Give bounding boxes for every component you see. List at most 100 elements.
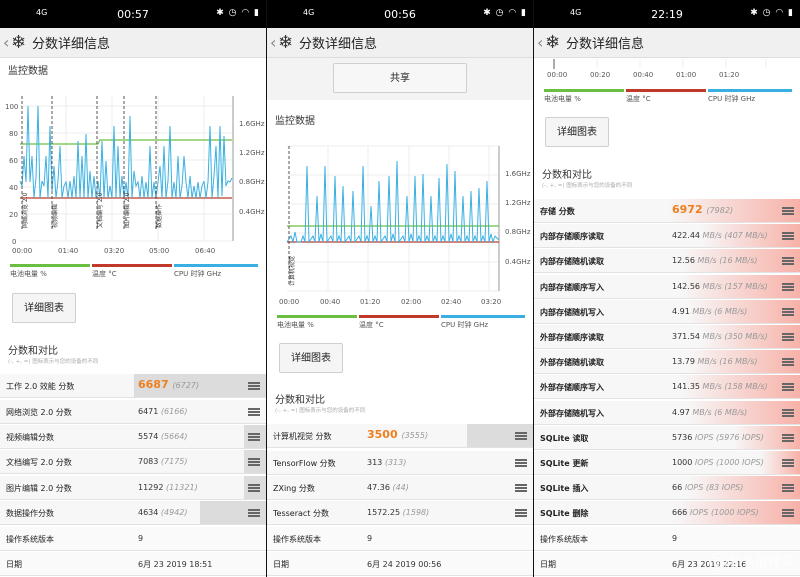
legend-cpu-clock: CPU 时钟 GHz xyxy=(174,270,222,278)
menu-icon[interactable] xyxy=(782,509,794,518)
score-row[interactable]: 图片编辑 2.0 分数 11292 (11321) xyxy=(0,476,266,500)
vertical-label: 计算机视觉 xyxy=(288,256,296,286)
menu-icon[interactable] xyxy=(515,459,527,467)
os-version-value: 9 xyxy=(672,534,678,543)
score-label: Tesseract 分数 xyxy=(273,509,329,518)
score-label: 外部存储随机写入 xyxy=(540,408,604,418)
score-row[interactable]: SQLite 删除 666 IOPS (1000 IOPS) xyxy=(534,501,800,526)
menu-icon[interactable] xyxy=(782,207,794,215)
score-unit: MB/s xyxy=(697,256,717,266)
ghz-tick-label: 0.4GHz xyxy=(239,208,265,216)
score-reference: (5976 IOPS) xyxy=(716,432,764,442)
menu-icon[interactable] xyxy=(248,458,260,466)
score-row[interactable]: ZXing 分数 47.36 (44) xyxy=(267,476,533,500)
score-diff-bar xyxy=(760,451,800,474)
legend-temperature: 温度 °C xyxy=(92,270,117,278)
score-number: 13.79 xyxy=(672,357,695,367)
menu-icon[interactable] xyxy=(782,333,794,341)
score-row[interactable]: 外部存储顺序写入 141.35 MB/s (158 MB/s) xyxy=(534,375,800,400)
menu-icon[interactable] xyxy=(248,509,260,517)
menu-icon[interactable] xyxy=(782,459,794,467)
score-row[interactable]: SQLite 更新 1000 IOPS (1000 IOPS) xyxy=(534,451,800,475)
os-version-label: 操作系统版本 xyxy=(540,535,588,544)
score-row-total[interactable]: 存储 分数 6972 (7982) xyxy=(534,199,800,223)
score-value: 141.35 MB/s (158 MB/s) xyxy=(672,382,768,391)
page-title: 分数详细信息 xyxy=(32,37,111,52)
menu-icon[interactable] xyxy=(515,484,527,492)
menu-icon[interactable] xyxy=(782,232,794,241)
detail-chart-button[interactable]: 详细图表 xyxy=(545,117,609,147)
score-row[interactable]: 内部存储顺序写入 142.56 MB/s (157 MB/s) xyxy=(534,274,800,299)
x-tick-label: 00:40 xyxy=(633,71,653,79)
score-row[interactable]: 网络浏览 2.0 分数 6471 (6166) xyxy=(0,400,266,424)
menu-icon[interactable] xyxy=(782,433,794,442)
x-tick-label: 00:00 xyxy=(279,298,299,306)
score-value: 422.44 MB/s (407 MB/s) xyxy=(672,231,768,240)
y-tick-label: 100 xyxy=(5,103,18,111)
score-value: 371.54 MB/s (350 MB/s) xyxy=(672,332,768,341)
screen-storage-score: 4G 22:19 ✱ ◷ ◠ ▮ ‹ ❄ 分数详细信息 00:00 00:20 … xyxy=(534,0,800,577)
score-row[interactable]: TensorFlow 分数 313 (313) xyxy=(267,451,533,475)
back-icon[interactable]: ‹ xyxy=(3,33,9,52)
date-label: 日期 xyxy=(273,560,289,569)
os-version-row: 操作系统版本 9 xyxy=(534,527,800,551)
score-row[interactable]: 外部存储随机读取 13.79 MB/s (16 MB/s) xyxy=(534,350,800,375)
menu-icon[interactable] xyxy=(248,433,260,441)
menu-icon[interactable] xyxy=(515,432,527,440)
score-row[interactable]: 视频编辑分数 5574 (5664) xyxy=(0,425,266,449)
score-row[interactable]: 外部存储随机写入 4.97 MB/s (6 MB/s) xyxy=(534,400,800,425)
score-label: TensorFlow 分数 xyxy=(273,459,336,468)
menu-icon[interactable] xyxy=(782,307,794,316)
score-label: 外部存储顺序读取 xyxy=(540,333,604,342)
legend-temperature: 温度 °C xyxy=(626,95,651,103)
snowflake-logo-icon: ❄ xyxy=(11,32,27,53)
score-unit: IOPS xyxy=(694,432,714,442)
score-row[interactable]: 数据操作分数 4634 (4942) xyxy=(0,501,266,525)
menu-icon[interactable] xyxy=(248,408,260,416)
detail-chart-button[interactable]: 详细图表 xyxy=(12,293,76,323)
back-icon[interactable]: ‹ xyxy=(270,33,276,52)
menu-icon[interactable] xyxy=(782,408,794,417)
back-icon[interactable]: ‹ xyxy=(537,33,543,52)
y-tick-label: 40 xyxy=(9,184,18,192)
score-number: 4.91 xyxy=(672,306,690,316)
share-button[interactable]: 共享 xyxy=(333,63,467,93)
score-number: 371.54 xyxy=(672,332,700,341)
score-row[interactable]: Tesseract 分数 1572.25 (1598) xyxy=(267,501,533,525)
score-row[interactable]: SQLite 读取 5736 IOPS (5976 IOPS) xyxy=(534,425,800,450)
menu-icon[interactable] xyxy=(782,484,794,493)
score-row[interactable]: 内部存储随机写入 4.91 MB/s (6 MB/s) xyxy=(534,299,800,324)
legend-temperature: 温度 °C xyxy=(359,321,384,329)
score-row[interactable]: 内部存储随机读取 12.56 MB/s (16 MB/s) xyxy=(534,249,800,274)
score-row[interactable]: 文档编写 2.0 分数 7083 (7175) xyxy=(0,450,266,474)
score-reference: (16 MB/s) xyxy=(719,357,758,367)
ghz-tick-label: 1.2GHz xyxy=(505,199,531,207)
menu-icon[interactable] xyxy=(515,509,527,517)
menu-icon[interactable] xyxy=(782,383,794,392)
score-row[interactable]: 外部存储顺序读取 371.54 MB/s (350 MB/s) xyxy=(534,325,800,349)
ghz-tick-label: 0.8GHz xyxy=(505,228,531,236)
menu-icon[interactable] xyxy=(248,484,260,492)
score-row-total[interactable]: 工作 2.0 效能 分数 6687 (6727) xyxy=(0,374,266,398)
score-row[interactable]: 内部存储顺序读取 422.44 MB/s (407 MB/s) xyxy=(534,224,800,249)
score-row-total[interactable]: 计算机视觉 分数 3500 (3555) xyxy=(267,424,533,448)
page-title: 分数详细信息 xyxy=(299,37,378,52)
score-row[interactable]: SQLite 插入 66 IOPS (83 IOPS) xyxy=(534,476,800,501)
menu-icon[interactable] xyxy=(782,257,794,266)
score-label: 内部存储随机写入 xyxy=(540,307,604,317)
watermark: 值什么值得买 xyxy=(708,551,794,571)
legend-battery: 电池电量 % xyxy=(10,270,47,278)
menu-icon[interactable] xyxy=(782,282,794,291)
score-label: 内部存储随机读取 xyxy=(540,257,604,267)
chart-legend: 电池电量 % 温度 °C CPU 时钟 GHz xyxy=(277,315,525,329)
y-tick-label: 60 xyxy=(9,157,18,165)
menu-icon[interactable] xyxy=(782,358,794,367)
score-reference: (157 MB/s) xyxy=(724,281,768,291)
page-title: 分数详细信息 xyxy=(566,37,645,52)
score-unit: IOPS xyxy=(689,508,709,518)
menu-icon[interactable] xyxy=(248,382,260,390)
screen-computer-vision-score: 4G 00:56 ✱ ◷ ◠ ▮ ‹ ❄ 分数详细信息 共享 监控数据 1.6G… xyxy=(267,0,533,577)
date-label: 日期 xyxy=(6,560,22,569)
detail-chart-button[interactable]: 详细图表 xyxy=(279,343,343,373)
legend-cpu-clock: CPU 时钟 GHz xyxy=(708,95,756,103)
